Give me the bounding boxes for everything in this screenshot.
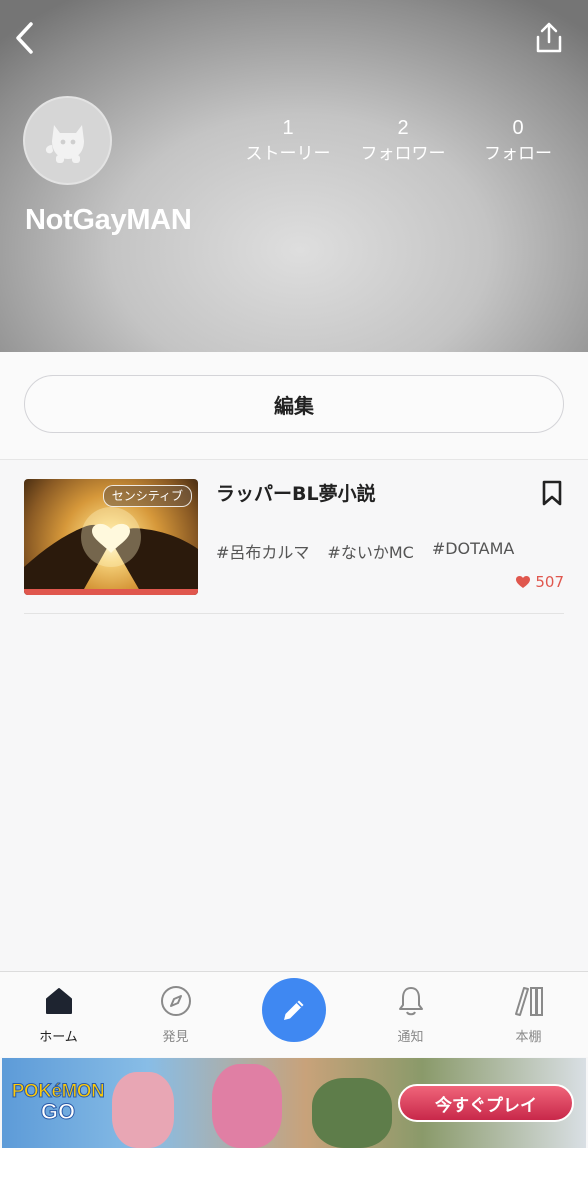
bell-icon — [398, 987, 423, 1016]
cat-placeholder-icon — [45, 124, 84, 163]
bottom-nav: ホーム 発見 通知 本棚 — [0, 971, 588, 1057]
bookshelf-icon — [514, 987, 543, 1016]
story-title[interactable]: ラッパーBL夢小説 — [216, 479, 376, 506]
list-item[interactable]: センシティブ ラッパーBL夢小説 #呂布カルマ #ないかMC #DOTAMA 5… — [24, 461, 564, 614]
write-story-button[interactable] — [262, 978, 326, 1042]
bookmark-button[interactable] — [540, 479, 564, 507]
tab-notifications[interactable]: 通知 — [352, 972, 469, 1058]
stat-followers[interactable]: 2 フォロワー — [348, 116, 458, 168]
share-button[interactable] — [532, 18, 566, 58]
profile-header: NotGayMAN 1 ストーリー 2 フォロワー 0 フォロー — [0, 0, 588, 352]
logo-text-bottom: GO — [40, 1099, 76, 1125]
stat-label: フォロワー — [360, 144, 446, 164]
tab-label: ホーム — [39, 1030, 78, 1045]
stat-count: 1 — [282, 117, 294, 139]
ad-character — [312, 1078, 392, 1148]
share-icon — [536, 22, 562, 53]
tag[interactable]: #DOTAMA — [432, 539, 515, 563]
tag[interactable]: #ないかMC — [327, 539, 413, 563]
bookmark-icon — [542, 480, 562, 506]
edit-section: 編集 — [0, 352, 588, 460]
stat-following[interactable]: 0 フォロー — [463, 116, 573, 168]
username: NotGayMAN — [25, 204, 192, 236]
like-count: 507 — [515, 573, 564, 591]
like-count-value: 507 — [535, 573, 564, 591]
tab-label: 通知 — [397, 1030, 424, 1045]
avatar[interactable] — [23, 96, 112, 185]
tab-label: 発見 — [162, 1030, 189, 1045]
stat-count: 2 — [397, 117, 409, 139]
chevron-left-icon — [16, 22, 33, 54]
edit-profile-button[interactable]: 編集 — [24, 375, 564, 433]
story-list: センシティブ ラッパーBL夢小説 #呂布カルマ #ないかMC #DOTAMA 5… — [0, 461, 588, 614]
pencil-icon — [284, 1000, 304, 1020]
stat-count: 0 — [512, 117, 524, 139]
tab-label: 本棚 — [515, 1030, 542, 1045]
ad-banner[interactable]: POKéMON GO 今すぐプレイ — [2, 1058, 586, 1148]
compass-icon — [160, 986, 191, 1016]
ad-character — [112, 1072, 174, 1148]
tab-bookshelf[interactable]: 本棚 — [470, 972, 587, 1058]
stat-label: ストーリー — [245, 144, 331, 164]
stat-label: フォロー — [484, 144, 552, 164]
bottom-safe-area — [0, 1148, 588, 1199]
tag[interactable]: #呂布カルマ — [216, 539, 309, 563]
story-thumbnail[interactable]: センシティブ — [24, 479, 198, 595]
sensitive-badge: センシティブ — [102, 485, 192, 507]
tab-home[interactable]: ホーム — [0, 972, 117, 1058]
tab-discover[interactable]: 発見 — [117, 972, 234, 1058]
thumbnail-accent-bar — [24, 589, 198, 595]
play-now-button[interactable]: 今すぐプレイ — [398, 1084, 574, 1122]
heart-icon — [516, 576, 531, 588]
home-icon — [45, 988, 72, 1014]
stat-stories[interactable]: 1 ストーリー — [233, 116, 343, 168]
tag-list: #呂布カルマ #ないかMC #DOTAMA — [216, 539, 514, 563]
pokemon-go-logo: POKéMON GO — [10, 1076, 106, 1130]
back-button[interactable] — [8, 18, 42, 58]
ad-character — [212, 1064, 282, 1148]
